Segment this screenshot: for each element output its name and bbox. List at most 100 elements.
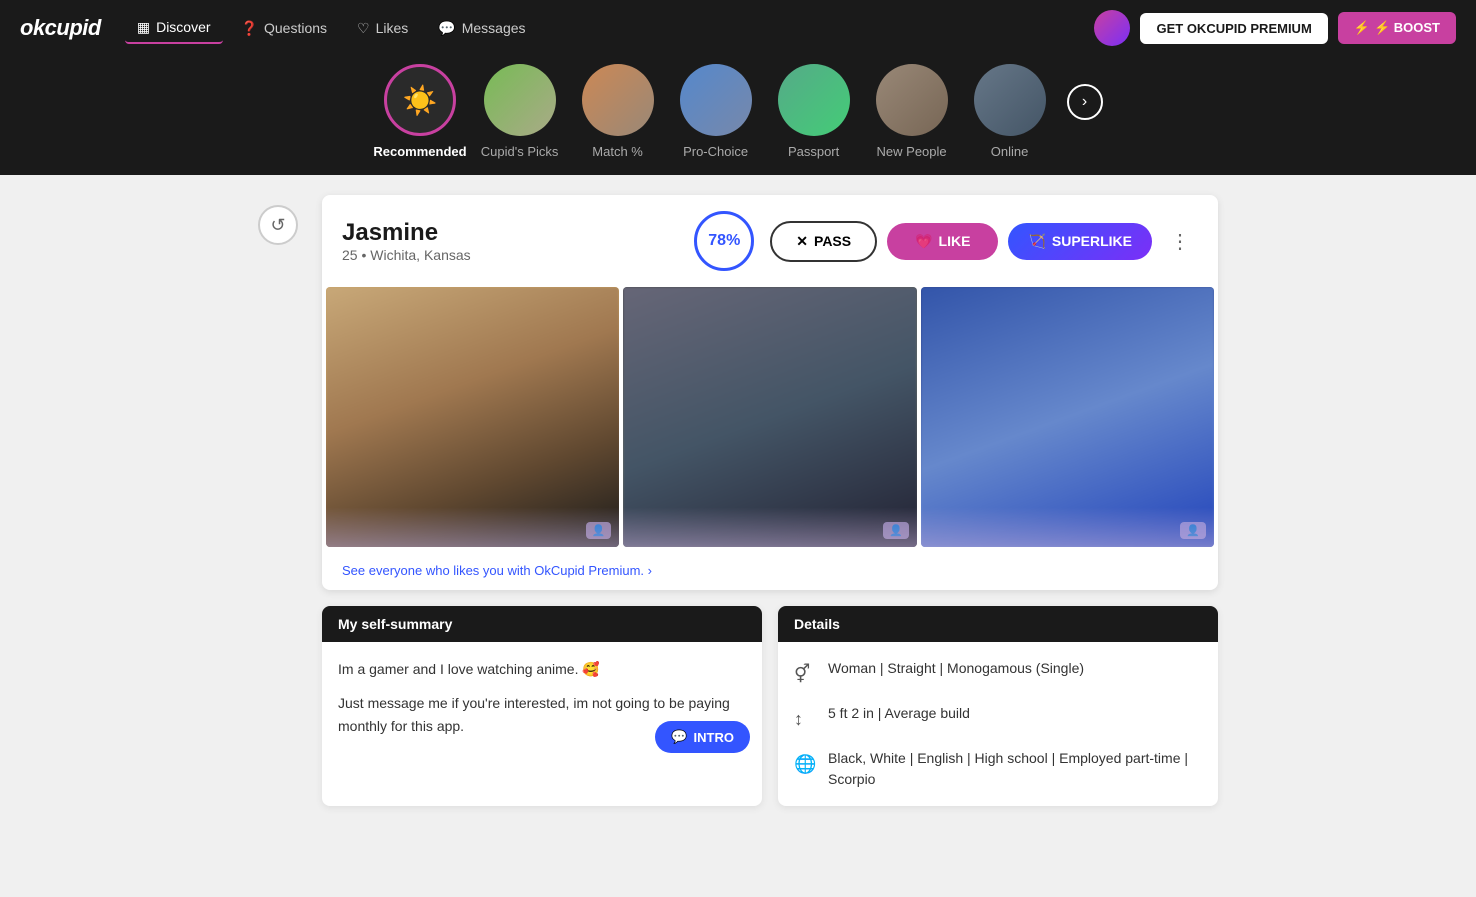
boost-button[interactable]: ⚡ ⚡ BOOST	[1338, 12, 1456, 44]
intro-icon: 💬	[671, 729, 687, 745]
profile-sub: 25 • Wichita, Kansas	[342, 247, 678, 263]
photo-1-badge: 👤	[586, 522, 612, 539]
detail-row-1: ↕ 5 ft 2 in | Average build	[794, 703, 1202, 734]
boost-icon: ⚡	[1354, 20, 1370, 36]
photo-3[interactable]: 👤	[921, 287, 1214, 547]
details-header: Details	[778, 606, 1218, 642]
cat-cupids-picks-label: Cupid's Picks	[481, 144, 559, 159]
cat-new-people[interactable]: New People	[867, 64, 957, 159]
cat-passport-label: Passport	[788, 144, 839, 159]
details-body: ⚥ Woman | Straight | Monogamous (Single)…	[778, 642, 1218, 806]
more-options-button[interactable]: ⋮	[1162, 225, 1198, 258]
avatar[interactable]	[1094, 10, 1130, 46]
action-buttons: ✕ PASS 💗 LIKE 🏹 SUPERLIKE ⋮	[770, 221, 1198, 262]
detail-text-2: Black, White | English | High school | E…	[828, 748, 1202, 790]
pass-label: PASS	[814, 233, 851, 249]
nav-messages-label: Messages	[462, 20, 526, 36]
globe-icon: 🌐	[794, 750, 816, 779]
intro-label: INTRO	[694, 730, 734, 745]
profile-age: 25	[342, 247, 358, 263]
questions-icon: ❓	[241, 20, 258, 37]
cat-pro-choice-label: Pro-Choice	[683, 144, 748, 159]
profile-header: Jasmine 25 • Wichita, Kansas 78% ✕	[322, 195, 1218, 287]
premium-prompt[interactable]: See everyone who likes you with OkCupid …	[322, 551, 1218, 590]
nav-discover-label: Discover	[156, 19, 210, 35]
discover-icon: ▦	[137, 19, 150, 36]
nav-discover[interactable]: ▦ Discover	[125, 13, 223, 44]
detail-text-1: 5 ft 2 in | Average build	[828, 703, 970, 724]
sections-row: My self-summary Im a gamer and I love wa…	[322, 606, 1218, 806]
cat-cupids-picks[interactable]: Cupid's Picks	[475, 64, 565, 159]
superlike-icon: 🏹	[1028, 233, 1045, 250]
cat-new-people-label: New People	[877, 144, 947, 159]
nav-questions[interactable]: ❓ Questions	[229, 13, 339, 44]
self-summary-body: Im a gamer and I love watching anime. 🥰 …	[322, 642, 762, 765]
profile-row: ↺ Jasmine 25 • Wichita, Kansas 78%	[258, 195, 1218, 806]
detail-row-2: 🌐 Black, White | English | High school |…	[794, 748, 1202, 790]
profile-card: Jasmine 25 • Wichita, Kansas 78% ✕	[322, 195, 1218, 590]
recommended-thumb: ☀️	[384, 64, 456, 136]
next-button[interactable]: ›	[1067, 84, 1103, 120]
cat-online-label: Online	[991, 144, 1029, 159]
pro-choice-thumb	[680, 64, 752, 136]
superlike-button[interactable]: 🏹 SUPERLIKE	[1008, 223, 1152, 260]
profile-area: Jasmine 25 • Wichita, Kansas 78% ✕	[322, 195, 1218, 806]
undo-button[interactable]: ↺	[258, 205, 298, 245]
profile-name: Jasmine	[342, 219, 678, 247]
detail-row-0: ⚥ Woman | Straight | Monogamous (Single)	[794, 658, 1202, 689]
details-card: Details ⚥ Woman | Straight | Monogamous …	[778, 606, 1218, 806]
nav-right: GET OKCUPID PREMIUM ⚡ ⚡ BOOST	[1094, 10, 1456, 46]
photo-2-badge: 👤	[883, 522, 909, 539]
photo-3-badge: 👤	[1180, 522, 1206, 539]
sun-icon: ☀️	[403, 84, 438, 117]
like-heart-icon: 💗	[915, 233, 932, 250]
superlike-label: SUPERLIKE	[1052, 233, 1132, 249]
photo-1[interactable]: 👤	[326, 287, 619, 547]
pass-x-icon: ✕	[796, 233, 808, 250]
match-thumb	[582, 64, 654, 136]
category-items: ☀️ Recommended Cupid's Picks Match % Pro…	[373, 64, 1054, 159]
self-summary-line1: Im a gamer and I love watching anime. 🥰	[338, 658, 746, 680]
profile-location: Wichita, Kansas	[370, 247, 470, 263]
passport-thumb	[778, 64, 850, 136]
premium-button[interactable]: GET OKCUPID PREMIUM	[1140, 13, 1327, 44]
detail-text-0: Woman | Straight | Monogamous (Single)	[828, 658, 1084, 679]
like-button[interactable]: 💗 LIKE	[887, 223, 998, 260]
profile-location-sep: •	[361, 247, 370, 263]
match-percent: 78%	[708, 232, 740, 250]
logo: okcupid	[20, 15, 101, 41]
cat-recommended-label: Recommended	[373, 144, 466, 159]
pass-button[interactable]: ✕ PASS	[770, 221, 877, 262]
nav-likes-label: Likes	[376, 20, 409, 36]
self-summary-card: My self-summary Im a gamer and I love wa…	[322, 606, 762, 806]
cat-recommended[interactable]: ☀️ Recommended	[373, 64, 466, 159]
nav-questions-label: Questions	[264, 20, 327, 36]
match-circle: 78%	[694, 211, 754, 271]
likes-icon: ♡	[357, 20, 370, 37]
boost-label: ⚡ BOOST	[1374, 20, 1440, 36]
cupids-picks-thumb	[484, 64, 556, 136]
photos-grid: 👤 👤 👤	[322, 287, 1218, 551]
navbar: okcupid ▦ Discover ❓ Questions ♡ Likes 💬…	[0, 0, 1476, 56]
main-content: ↺ Jasmine 25 • Wichita, Kansas 78%	[238, 175, 1238, 826]
nav-likes[interactable]: ♡ Likes	[345, 13, 420, 44]
self-summary-header: My self-summary	[322, 606, 762, 642]
like-label: LIKE	[939, 233, 971, 249]
cat-match-label: Match %	[592, 144, 643, 159]
intro-button[interactable]: 💬 INTRO	[655, 721, 750, 753]
height-icon: ↕	[794, 705, 816, 734]
online-thumb	[974, 64, 1046, 136]
cat-match[interactable]: Match %	[573, 64, 663, 159]
cat-online[interactable]: Online	[965, 64, 1055, 159]
nav-messages[interactable]: 💬 Messages	[426, 13, 537, 44]
cat-passport[interactable]: Passport	[769, 64, 859, 159]
gender-icon: ⚥	[794, 660, 816, 689]
new-people-thumb	[876, 64, 948, 136]
nav-items: ▦ Discover ❓ Questions ♡ Likes 💬 Message…	[125, 13, 1071, 44]
photo-2[interactable]: 👤	[623, 287, 916, 547]
cat-pro-choice[interactable]: Pro-Choice	[671, 64, 761, 159]
details-list: ⚥ Woman | Straight | Monogamous (Single)…	[794, 658, 1202, 790]
messages-icon: 💬	[438, 20, 455, 37]
profile-info: Jasmine 25 • Wichita, Kansas	[342, 219, 678, 263]
category-bar: ☀️ Recommended Cupid's Picks Match % Pro…	[0, 56, 1476, 175]
